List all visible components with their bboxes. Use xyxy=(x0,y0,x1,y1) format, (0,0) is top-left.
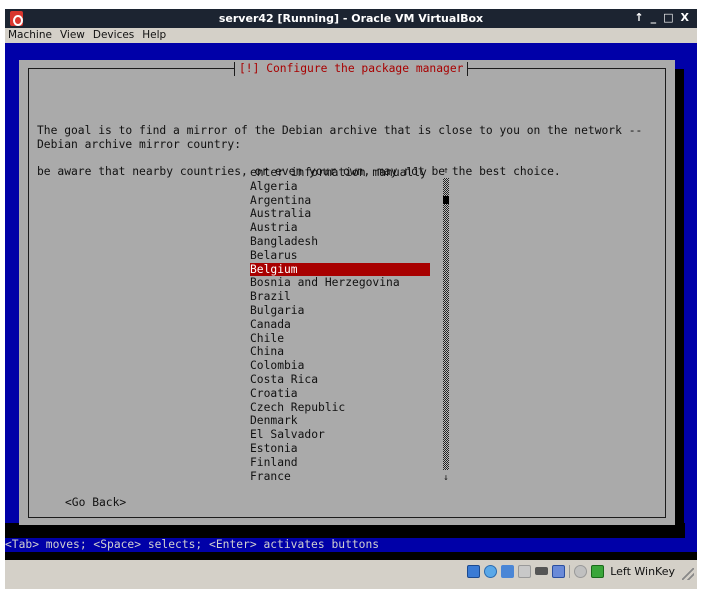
optical-drive-icon[interactable] xyxy=(484,564,498,578)
minimize-icon[interactable]: _ xyxy=(651,11,657,24)
country-option[interactable]: Brazil xyxy=(250,290,430,304)
country-option[interactable]: Denmark xyxy=(250,414,430,428)
hard-disk-icon[interactable] xyxy=(467,564,481,578)
menu-machine[interactable]: Machine xyxy=(5,28,57,43)
description-line-1: The goal is to find a mirror of the Debi… xyxy=(37,123,643,137)
menu-help[interactable]: Help xyxy=(139,28,171,43)
host-key-label: Left WinKey xyxy=(610,564,675,578)
country-option[interactable]: Australia xyxy=(250,207,430,221)
installer-dialog: [!] Configure the package manager The go… xyxy=(19,60,675,525)
vm-display[interactable]: [!] Configure the package manager The go… xyxy=(5,43,697,560)
dialog-title: [!] Configure the package manager xyxy=(234,62,469,76)
country-option[interactable]: Bangladesh xyxy=(250,235,430,249)
screen-bottom-edge xyxy=(5,552,697,560)
video-capture-icon[interactable] xyxy=(535,567,549,575)
title-bar: server42 [Running] - Oracle VM VirtualBo… xyxy=(5,9,697,28)
country-option[interactable]: Chile xyxy=(250,332,430,346)
resize-grip-icon[interactable] xyxy=(682,568,694,580)
country-option[interactable]: Bosnia and Herzegovina xyxy=(250,276,430,290)
country-option[interactable]: Algeria xyxy=(250,180,430,194)
country-option[interactable]: France xyxy=(250,470,430,484)
keyboard-capture-icon[interactable] xyxy=(591,564,605,578)
country-list[interactable]: enter information manually Algeria Argenti… xyxy=(250,166,430,483)
country-option[interactable]: Colombia xyxy=(250,359,430,373)
country-list-scrollbar[interactable]: ↑ ↓ xyxy=(442,166,450,483)
mirror-country-prompt: Debian archive mirror country: xyxy=(37,138,242,151)
status-bar: Left WinKey xyxy=(5,560,697,582)
country-option[interactable]: Costa Rica xyxy=(250,373,430,387)
country-option[interactable]: Belarus xyxy=(250,249,430,263)
scroll-track[interactable] xyxy=(443,178,449,470)
keep-above-icon[interactable]: ↑ xyxy=(634,11,643,24)
country-option[interactable]: El Salvador xyxy=(250,428,430,442)
virtualbox-window: server42 [Running] - Oracle VM VirtualBo… xyxy=(5,9,697,589)
scroll-up-arrow-icon[interactable]: ↑ xyxy=(442,166,450,176)
country-option[interactable]: Croatia xyxy=(250,387,430,401)
window-title: server42 [Running] - Oracle VM VirtualBo… xyxy=(218,12,484,25)
country-option[interactable]: Argentina xyxy=(250,194,430,208)
country-option[interactable]: Bulgaria xyxy=(250,304,430,318)
country-option[interactable]: Estonia xyxy=(250,442,430,456)
screen-right-edge xyxy=(685,69,697,538)
scroll-down-arrow-icon[interactable]: ↓ xyxy=(442,473,450,483)
menu-view[interactable]: View xyxy=(57,28,90,43)
country-option[interactable]: China xyxy=(250,345,430,359)
country-option[interactable]: Canada xyxy=(250,318,430,332)
country-option[interactable]: enter information manually xyxy=(250,166,430,180)
tray-separator xyxy=(569,564,571,578)
close-icon[interactable]: X xyxy=(681,11,689,24)
country-option-selected[interactable]: Belgium xyxy=(250,262,430,277)
dialog-bottom-shadow xyxy=(5,523,685,538)
window-controls: ↑ _ □ X xyxy=(634,11,689,24)
scroll-thumb[interactable] xyxy=(443,196,449,204)
mouse-integration-icon[interactable] xyxy=(574,564,588,578)
menu-bar: Machine View Devices Help xyxy=(5,28,697,43)
country-option[interactable]: Czech Republic xyxy=(250,401,430,415)
country-option[interactable]: Finland xyxy=(250,456,430,470)
usb-icon[interactable] xyxy=(552,564,566,578)
go-back-button[interactable]: <Go Back> xyxy=(65,496,126,510)
network-icon[interactable] xyxy=(501,564,515,578)
shared-folder-icon[interactable] xyxy=(518,564,532,578)
maximize-icon[interactable]: □ xyxy=(663,11,673,24)
keyboard-help-line: <Tab> moves; <Space> selects; <Enter> ac… xyxy=(5,538,697,552)
country-option[interactable]: Austria xyxy=(250,221,430,235)
menu-devices[interactable]: Devices xyxy=(90,28,139,43)
device-tray: Left WinKey xyxy=(467,563,675,579)
